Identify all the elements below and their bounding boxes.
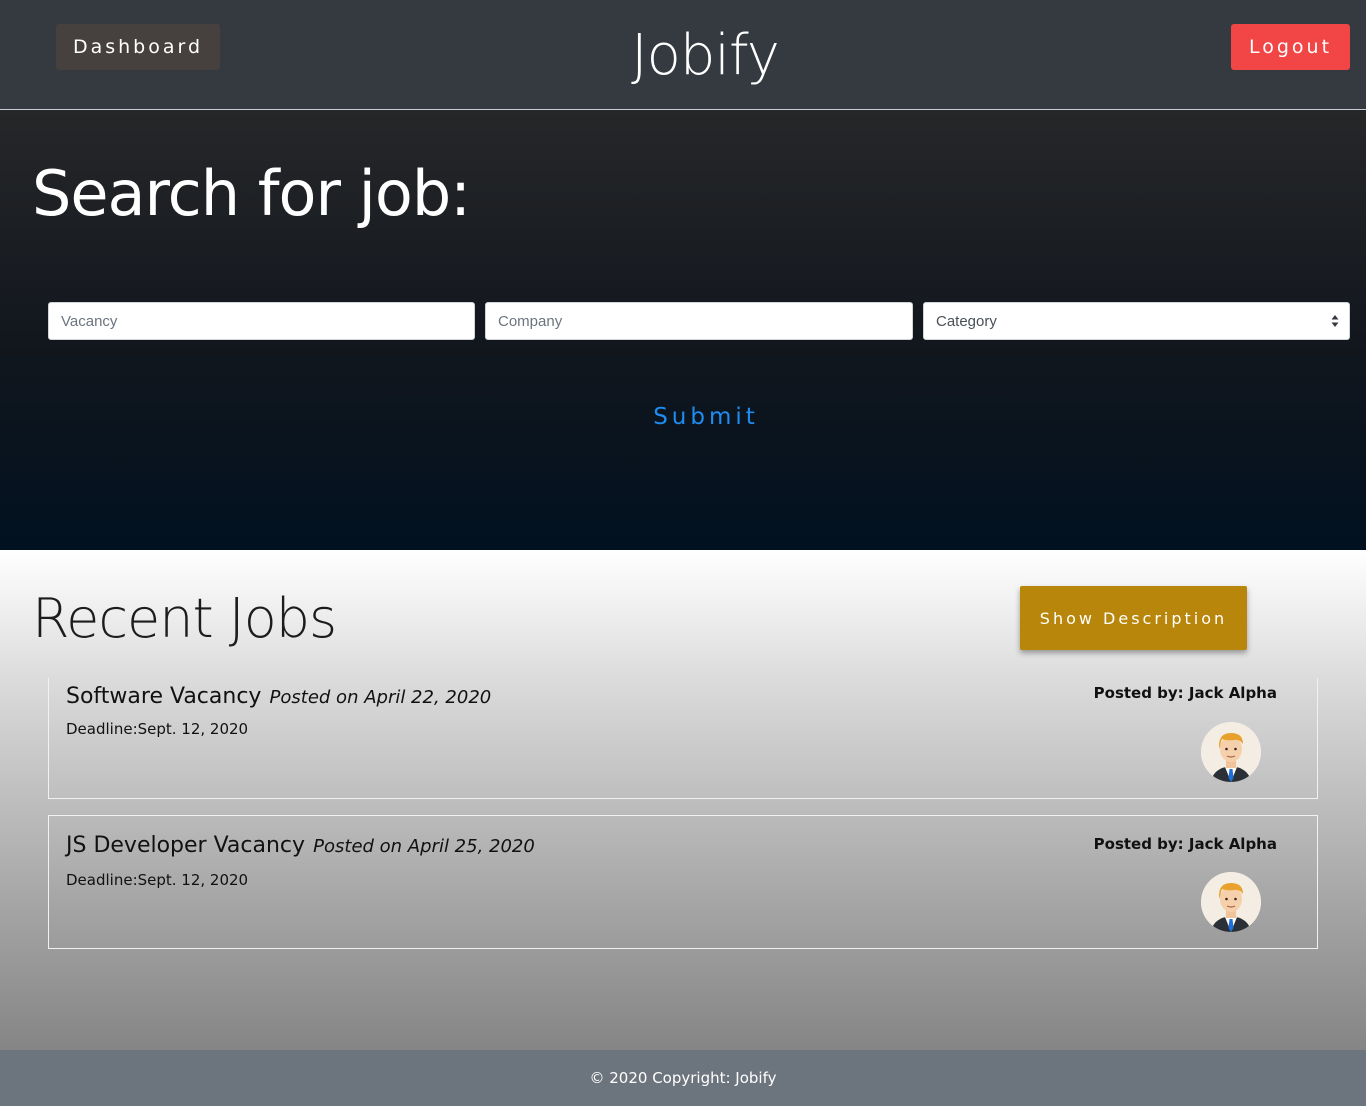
show-description-button[interactable]: Show Description bbox=[1020, 586, 1247, 650]
footer: © 2020 Copyright: Jobify bbox=[0, 1050, 1366, 1106]
job-title[interactable]: Software Vacancy bbox=[66, 684, 261, 709]
search-title: Search for job: bbox=[32, 157, 471, 230]
job-deadline: Deadline:Sept. 12, 2020 bbox=[66, 871, 249, 889]
posted-by: Posted by: Jack Alpha bbox=[1093, 684, 1277, 702]
job-posted-date: Posted on April 25, 2020 bbox=[313, 836, 535, 857]
company-input[interactable] bbox=[485, 302, 913, 340]
footer-copyright: © 2020 Copyright: Jobify bbox=[589, 1069, 777, 1087]
job-heading: Software Vacancy Posted on April 22, 202… bbox=[66, 684, 491, 709]
top-navbar: Jobify Dashboard Logout bbox=[0, 0, 1366, 110]
search-section: Search for job: Category Submit bbox=[0, 110, 1366, 550]
businessman-avatar-icon bbox=[1201, 722, 1261, 782]
job-card[interactable]: Software Vacancy Posted on April 22, 202… bbox=[48, 678, 1318, 799]
businessman-avatar-icon bbox=[1201, 872, 1261, 932]
category-select[interactable]: Category bbox=[923, 302, 1350, 340]
posted-by: Posted by: Jack Alpha bbox=[1093, 835, 1277, 853]
job-title[interactable]: JS Developer Vacancy bbox=[66, 833, 305, 858]
recent-jobs-title: Recent Jobs bbox=[32, 587, 337, 650]
dashboard-button[interactable]: Dashboard bbox=[56, 24, 220, 70]
logout-button[interactable]: Logout bbox=[1231, 24, 1350, 70]
recent-jobs-section: Recent Jobs Show Description Software Va… bbox=[0, 550, 1366, 1050]
job-card[interactable]: JS Developer Vacancy Posted on April 25,… bbox=[48, 815, 1318, 949]
job-heading: JS Developer Vacancy Posted on April 25,… bbox=[66, 833, 535, 858]
category-select-value: Category bbox=[936, 312, 997, 330]
submit-button[interactable]: Submit bbox=[0, 404, 1366, 430]
job-posted-date: Posted on April 22, 2020 bbox=[269, 687, 492, 708]
select-arrows-icon bbox=[1331, 314, 1339, 328]
job-deadline: Deadline:Sept. 12, 2020 bbox=[66, 720, 249, 738]
vacancy-input[interactable] bbox=[48, 302, 475, 340]
